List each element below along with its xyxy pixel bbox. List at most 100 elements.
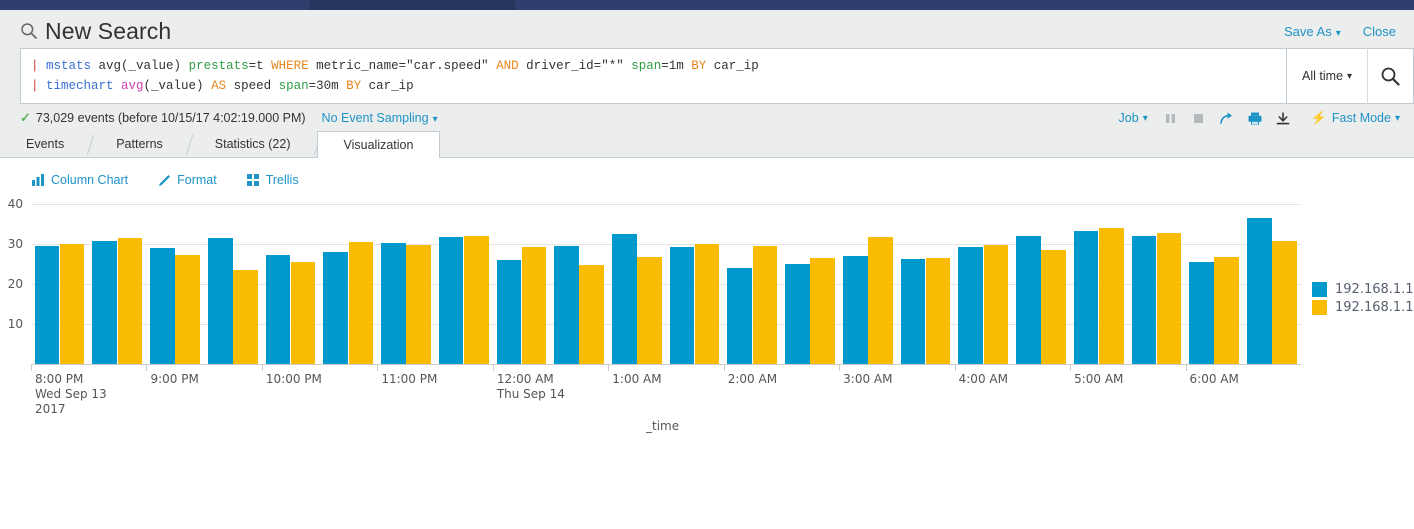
legend-item[interactable]: 192.168.1.10 — [1312, 282, 1414, 297]
chart-bar[interactable] — [59, 244, 85, 364]
query-token: speed — [226, 79, 279, 93]
chart-bar[interactable] — [1247, 218, 1272, 364]
query-token: "car.speed" — [406, 59, 489, 73]
chart-bar[interactable] — [463, 236, 489, 364]
chart-bar[interactable] — [117, 237, 143, 364]
pause-button[interactable] — [1157, 112, 1185, 125]
x-axis-tick-line: Wed Sep 13 — [35, 387, 107, 401]
chart-bar[interactable] — [34, 246, 60, 364]
chart-bar[interactable] — [810, 258, 835, 364]
chart-bar[interactable] — [727, 268, 753, 364]
x-axis-tick-label: 4:00 AM — [959, 372, 1008, 387]
viz-button-label: Column Chart — [51, 173, 129, 187]
search-query-input[interactable]: | mstats avg(_value) prestats=t WHERE me… — [20, 48, 1286, 104]
chart-bar[interactable] — [496, 260, 522, 364]
chart-bar[interactable] — [1041, 250, 1066, 364]
chart-bar[interactable] — [290, 261, 316, 364]
chart-bar[interactable] — [637, 256, 662, 364]
query-token: car_ip — [361, 79, 414, 93]
query-token: (_value) — [121, 59, 189, 73]
query-token: avg — [91, 59, 122, 73]
chart-bar[interactable] — [1131, 236, 1157, 364]
search-bar-row: | mstats avg(_value) prestats=t WHERE me… — [0, 48, 1414, 104]
tab-events[interactable]: Events — [0, 131, 90, 157]
tab-patterns[interactable]: Patterns — [90, 131, 189, 157]
search-mode-dropdown[interactable]: ⚡ Fast Mode ▾ — [1297, 110, 1406, 126]
chart-bar[interactable] — [925, 258, 951, 364]
tab-visualization[interactable]: Visualization — [316, 131, 441, 158]
column-chart-button[interactable]: Column Chart — [32, 173, 128, 187]
chart-bar[interactable] — [868, 237, 893, 364]
title-row: New Search Save As ▾ Close — [0, 10, 1414, 48]
chart-bar[interactable] — [207, 238, 233, 364]
chart-bar[interactable] — [752, 246, 778, 364]
chart-bar[interactable] — [579, 264, 605, 364]
chart-bar[interactable] — [1073, 231, 1099, 364]
chart-bar[interactable] — [521, 246, 547, 364]
save-as-label: Save As — [1284, 23, 1332, 39]
chart-bar[interactable] — [958, 246, 983, 364]
run-search-button[interactable] — [1368, 48, 1414, 104]
format-button[interactable]: Format — [158, 173, 217, 187]
bolt-icon: ⚡ — [1310, 110, 1327, 125]
chevron-down-icon: ▾ — [1346, 70, 1352, 82]
x-axis-tick-line: 2:00 AM — [727, 372, 778, 386]
query-token: "*" — [601, 59, 632, 73]
chart-bar[interactable] — [1189, 262, 1214, 364]
query-token: BY — [346, 79, 362, 93]
x-axis-tick-line: 1:00 AM — [612, 372, 662, 386]
chart-bar[interactable] — [150, 248, 175, 364]
chart-bar[interactable] — [694, 244, 720, 364]
x-axis-tick — [492, 365, 494, 371]
chart-bar[interactable] — [1016, 236, 1041, 364]
close-button[interactable]: Close — [1363, 24, 1396, 39]
legend-swatch — [1312, 300, 1327, 315]
chart-bar[interactable] — [323, 252, 348, 364]
chart-bar[interactable] — [381, 242, 406, 364]
job-menu-button[interactable]: Job ▾ — [1110, 111, 1157, 125]
export-button[interactable] — [1269, 111, 1297, 126]
chart-bar[interactable] — [175, 255, 200, 364]
chart-bar[interactable] — [92, 240, 118, 364]
stop-button[interactable] — [1185, 112, 1213, 125]
query-token: AS — [211, 79, 227, 93]
y-axis-tick-label: 20 — [7, 277, 23, 291]
time-range-picker[interactable]: All time ▾ — [1286, 48, 1368, 104]
event-sampling-dropdown[interactable]: No Event Sampling ▾ — [322, 111, 438, 125]
chart-bar[interactable] — [612, 234, 637, 364]
pencil-icon — [158, 174, 171, 187]
visualization-toolbar: Column Chart Format Trellis — [0, 158, 1414, 200]
chart-bar[interactable] — [1214, 257, 1240, 364]
header-actions: Save As ▾ Close — [1284, 24, 1400, 39]
search-mode-label: Fast Mode — [1331, 111, 1391, 125]
viz-button-label: Format — [177, 173, 217, 187]
chevron-down-icon: ▾ — [1394, 112, 1400, 124]
query-token: span — [631, 59, 662, 73]
chart-bar[interactable] — [406, 245, 431, 364]
chart-bar[interactable] — [669, 247, 695, 364]
chart-bar[interactable] — [842, 256, 868, 364]
legend-item[interactable]: 192.168.1.10 — [1312, 300, 1414, 315]
chart-bar[interactable] — [1098, 228, 1124, 364]
share-button[interactable] — [1213, 111, 1241, 126]
chart-bar[interactable] — [265, 255, 291, 364]
x-axis-tick-label: 10:00 PM — [266, 372, 322, 387]
save-as-button[interactable]: Save As ▾ — [1284, 24, 1341, 39]
chart-bar[interactable] — [233, 270, 258, 364]
chart-bar[interactable] — [438, 236, 464, 364]
tab-statistics-22[interactable]: Statistics (22) — [189, 131, 317, 157]
legend-swatch — [1312, 282, 1327, 297]
x-axis-tick-line: 10:00 PM — [265, 372, 322, 386]
chart-bar[interactable] — [554, 246, 579, 364]
print-button[interactable] — [1241, 111, 1269, 126]
chart-bar[interactable] — [900, 259, 926, 364]
app-navbar — [0, 0, 1414, 10]
check-icon: ✓ — [20, 110, 31, 125]
trellis-button[interactable]: Trellis — [246, 173, 299, 187]
chart-bar[interactable] — [785, 264, 810, 364]
chart-bar[interactable] — [1156, 232, 1182, 364]
chart-bar[interactable] — [983, 244, 1009, 364]
chart-bar[interactable] — [1272, 240, 1297, 364]
x-axis-tick — [723, 365, 725, 371]
chart-bar[interactable] — [348, 242, 374, 364]
